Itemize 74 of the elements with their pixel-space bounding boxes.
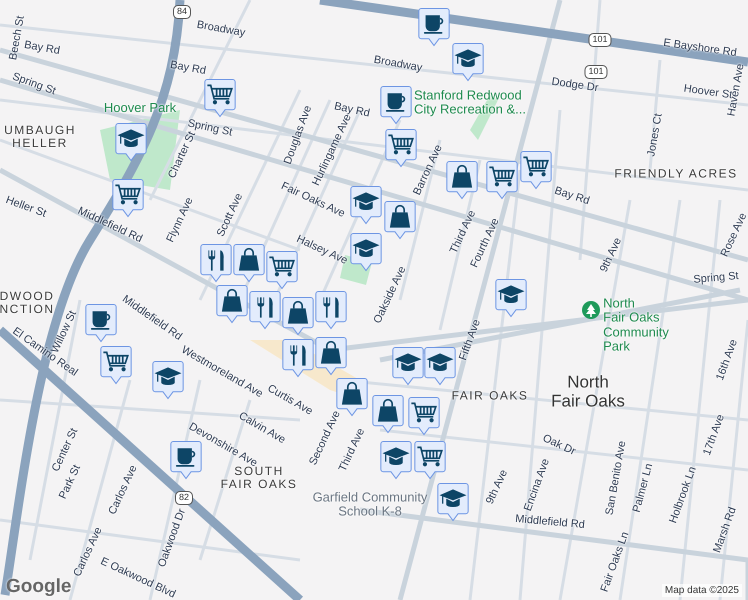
shopping-cart-marker[interactable] (204, 78, 236, 118)
street-label: Carlos Ave (106, 463, 140, 517)
shopping-cart-marker[interactable] (414, 440, 446, 480)
place-label: Garfield Community School K-8 (312, 490, 428, 520)
shopping-cart-marker[interactable] (408, 396, 440, 436)
graduation-cap-marker[interactable] (424, 346, 456, 386)
street-label: 9th Ave (598, 236, 624, 274)
shopping-cart-marker[interactable] (266, 250, 298, 290)
shopping-cart-marker[interactable] (100, 345, 132, 385)
street-label: 17th Ave (701, 412, 727, 458)
street-label: Third Ave (448, 208, 478, 256)
street-label: Fair Oaks Ln (598, 530, 632, 594)
coffee-cup-marker[interactable] (380, 85, 412, 125)
place-label: North Fair Oaks (551, 373, 625, 411)
shopping-bag-marker[interactable] (282, 296, 314, 336)
street-label: Jones Ct (645, 112, 665, 158)
street-label: Middlefield Rd (514, 512, 586, 532)
fork-knife-marker[interactable] (282, 338, 314, 378)
street-label: Bay Rd (169, 58, 207, 78)
graduation-cap-marker[interactable] (350, 185, 382, 225)
route-shield: 101 (588, 33, 612, 47)
place-label: SOUTH FAIR OAKS (220, 464, 298, 492)
graduation-cap-marker[interactable] (495, 278, 527, 318)
fork-knife-marker[interactable] (200, 243, 232, 283)
shopping-bag-marker[interactable] (446, 160, 478, 200)
graduation-cap-marker[interactable] (437, 482, 469, 522)
graduation-cap-marker[interactable] (380, 440, 412, 480)
attribution-text: Map data ©2025 (662, 584, 742, 597)
street-label: Spring St (692, 270, 740, 286)
park-label: Stanford Redwood City Recreation &... (414, 88, 526, 118)
street-label: Rose Ave (718, 211, 748, 259)
street-label: Fifth Ave (457, 318, 483, 362)
route-shield: 101 (584, 65, 608, 79)
park-label: Hoover Park (104, 100, 176, 116)
route-shield: 84 (173, 5, 191, 19)
shopping-cart-marker[interactable] (520, 150, 552, 190)
place-label: FRIENDLY ACRES (614, 167, 738, 181)
coffee-cup-marker[interactable] (418, 7, 450, 47)
place-label: FAIR OAKS (452, 389, 528, 403)
street-label: Flynn Ave (164, 196, 196, 244)
graduation-cap-marker[interactable] (452, 42, 484, 82)
street-label: Bay Rd (23, 38, 61, 58)
street-label: Encina Ave (522, 457, 552, 513)
tree-icon (582, 301, 600, 319)
street-label: Third Ave (336, 426, 368, 474)
street-label: Heller St (4, 194, 48, 220)
street-label: Broadway (372, 54, 424, 74)
street-label: Oak Dr (540, 432, 578, 458)
street-label: Scott Ave (214, 191, 246, 239)
shopping-bag-marker[interactable] (372, 394, 404, 434)
street-label: Marsh Rd (711, 506, 739, 554)
fork-knife-marker[interactable] (315, 290, 347, 330)
shopping-bag-marker[interactable] (233, 243, 265, 283)
street-label: E Bayshore Rd (662, 36, 738, 60)
coffee-cup-marker[interactable] (85, 303, 117, 343)
street-label: Palmer Ln (630, 462, 656, 514)
street-label: Broadway (196, 18, 246, 40)
route-shield: 82 (175, 491, 193, 505)
shopping-bag-marker[interactable] (216, 284, 248, 324)
street-label: Bay Rd (552, 184, 592, 208)
street-label: San Benito Ave (604, 440, 628, 516)
graduation-cap-marker[interactable] (115, 122, 147, 162)
shopping-bag-marker[interactable] (384, 200, 416, 240)
park-label: North Fair Oaks Community Park (603, 296, 669, 354)
shopping-bag-marker[interactable] (315, 336, 347, 376)
street-label: 9th Ave (484, 468, 510, 506)
fork-knife-marker[interactable] (249, 290, 281, 330)
place-label: UMBAUGH HELLER (4, 124, 76, 150)
street-label: 16th Ave (714, 338, 740, 382)
shopping-cart-marker[interactable] (486, 160, 518, 200)
graduation-cap-marker[interactable] (350, 232, 382, 272)
graduation-cap-marker[interactable] (152, 360, 184, 400)
graduation-cap-marker[interactable] (392, 346, 424, 386)
place-label: DWOOD NCTION (0, 290, 54, 316)
